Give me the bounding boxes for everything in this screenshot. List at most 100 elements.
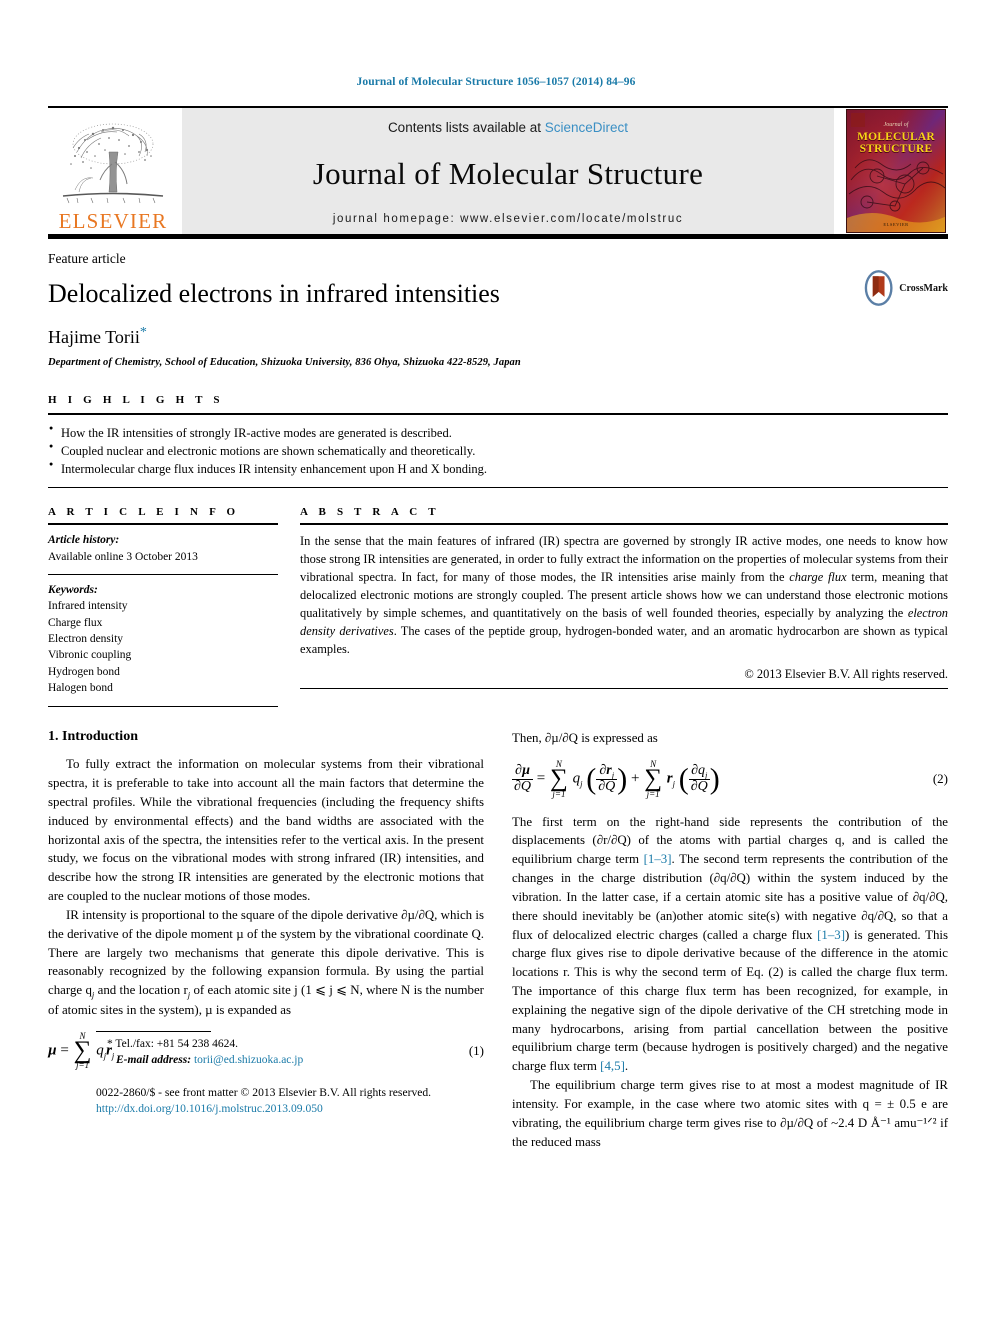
cover-title: MOLECULAR STRUCTURE	[851, 131, 941, 155]
eq2-plus: +	[630, 770, 640, 787]
eq2-summation-1: N ∑ j=1	[550, 759, 568, 799]
author-affiliation: Department of Chemistry, School of Educa…	[48, 356, 521, 368]
footnote-tel-text: Tel./fax: +81 54 238 4624.	[115, 1037, 239, 1050]
crossmark-badge[interactable]: CrossMark	[862, 267, 948, 309]
list-item: Intermolecular charge flux induces IR in…	[48, 459, 948, 478]
citation-link[interactable]: [4,5]	[600, 1059, 625, 1073]
journal-masthead: ELSEVIER Contents lists available at Sci…	[48, 106, 948, 234]
paragraph: The first term on the right-hand side re…	[512, 813, 948, 1077]
highlights-heading: H I G H L I G H T S	[48, 393, 224, 406]
crossmark-icon	[864, 270, 893, 306]
journal-cover-image: Journal of MOLECULAR STRUCTURE ELSEVIER	[846, 109, 946, 233]
footnote-mark: *	[107, 1037, 113, 1050]
keyword-item: Charge flux	[48, 616, 103, 629]
sigma-icon: ∑	[550, 765, 568, 793]
article-info-column: A R T I C L E I N F O Article history: A…	[48, 506, 300, 708]
elsevier-wordmark: ELSEVIER	[58, 209, 168, 233]
email-link[interactable]: torii@ed.shizuoka.ac.jp	[194, 1054, 303, 1066]
keyword-item: Infrared intensity	[48, 600, 128, 613]
email-label: E-mail address:	[116, 1054, 192, 1067]
keywords-block: Keywords: Infrared intensity Charge flux…	[48, 575, 278, 696]
abstract-column: A B S T R A C T In the sense that the ma…	[300, 506, 948, 707]
footnote-email: E-mail address: torii@ed.shizuoka.ac.jp	[96, 1052, 532, 1069]
cover-title-line2: STRUCTURE	[859, 142, 933, 155]
body-column-left: 1. Introduction To fully extract the inf…	[48, 729, 484, 1151]
keyword-item: Hydrogen bond	[48, 665, 120, 678]
contents-prefix: Contents lists available at	[387, 120, 545, 135]
cover-subtitle: Journal of	[883, 122, 909, 128]
footnote-area: * Tel./fax: +81 54 238 4624. E-mail addr…	[96, 1030, 532, 1118]
keywords-label: Keywords:	[48, 583, 98, 596]
keyword-item: Vibronic coupling	[48, 649, 132, 662]
right-para-part-3: ) is generated. This charge flux gives r…	[512, 927, 949, 1074]
section-1-title: 1. Introduction	[48, 729, 138, 745]
issn-line: 0022-2860/$ - see front matter © 2013 El…	[96, 1086, 432, 1100]
cover-artwork	[847, 110, 945, 232]
sciencedirect-link[interactable]: ScienceDirect	[545, 120, 628, 135]
running-head: Journal of Molecular Structure 1056–1057…	[356, 76, 636, 88]
elsevier-tree-icon	[62, 123, 164, 204]
footnote-rule	[96, 1030, 211, 1032]
article-history-value: Available online 3 October 2013	[48, 550, 198, 563]
paragraph: IR intensity is proportional to the squa…	[48, 907, 484, 1018]
paragraph: Then, ∂µ/∂Q is expressed as	[512, 731, 658, 746]
article-info-bottom-rule	[48, 706, 278, 708]
right-para-part-4: .	[624, 1059, 629, 1074]
highlights-section: H I G H L I G H T S How the IR intensiti…	[48, 393, 948, 489]
contents-available-line: Contents lists available at ScienceDirec…	[388, 120, 628, 135]
paragraph: The equilibrium charge term gives rise t…	[512, 1078, 948, 1149]
equation-2: ∂µ ∂Q = N ∑ j=1 qj (∂rj ∂Q) + N ∑ j=1 rj (∂qj ∂…	[512, 760, 948, 799]
article-history-label: Article history:	[48, 534, 120, 547]
eq2-summation-2: N ∑ j=1	[644, 759, 663, 799]
eq2-lhs-fraction: ∂µ ∂Q	[512, 763, 534, 794]
abstract-emphasis-1: charge flux	[789, 570, 847, 585]
paper-page: Journal of Molecular Structure 1056–1057…	[0, 0, 992, 1323]
article-info-heading: A R T I C L E I N F O	[48, 506, 240, 519]
highlights-list: How the IR intensities of strongly IR-ac…	[48, 415, 948, 487]
eq1-equals: =	[60, 1042, 69, 1059]
eq2-equals: =	[536, 770, 546, 787]
paren-close-icon: )	[617, 762, 628, 796]
article-history-block: Article history: Available online 3 Octo…	[48, 525, 278, 565]
page-title: Delocalized electrons in infrared intens…	[48, 279, 500, 308]
article-header: Feature article Delocalized electrons in…	[48, 239, 948, 368]
doi-link[interactable]: http://dx.doi.org/10.1016/j.molstruc.201…	[96, 1101, 532, 1117]
eq1-summation: N ∑ j=1	[73, 1031, 92, 1071]
journal-cover-wrap: Journal of MOLECULAR STRUCTURE ELSEVIER	[844, 108, 948, 234]
list-item: Coupled nuclear and electronic motions a…	[48, 441, 948, 460]
equation-2-number: (2)	[932, 771, 948, 787]
eq1-sum-lower: j=1	[76, 1060, 90, 1071]
paren-open-icon: (	[586, 762, 597, 796]
list-item: How the IR intensities of strongly IR-ac…	[48, 423, 948, 442]
footnote-tel: * Tel./fax: +81 54 238 4624.	[96, 1036, 532, 1053]
crossmark-label: CrossMark	[899, 282, 948, 294]
abstract-part-3: . The cases of the peptide group, hydrog…	[300, 624, 948, 657]
author-line: Hajime Torii*	[48, 325, 948, 348]
sigma-icon: ∑	[73, 1036, 92, 1064]
abstract-bottom-rule	[300, 688, 948, 690]
paragraph: To fully extract the information on mole…	[48, 757, 484, 904]
body-columns: 1. Introduction To fully extract the inf…	[48, 729, 948, 1151]
highlights-bottom-rule	[48, 487, 948, 489]
author-name: Hajime Torii	[48, 326, 140, 347]
keyword-item: Halogen bond	[48, 681, 113, 694]
abstract-text: In the sense that the main features of i…	[300, 525, 948, 659]
article-type-label: Feature article	[48, 251, 126, 266]
paragraph-part-b: and the location r	[94, 983, 188, 998]
info-abstract-row: A R T I C L E I N F O Article history: A…	[48, 506, 948, 708]
citation-link[interactable]: [1–3]	[644, 852, 672, 866]
elsevier-logo: ELSEVIER	[48, 108, 178, 234]
abstract-heading: A B S T R A C T	[300, 506, 440, 519]
cover-title-line1: MOLECULAR	[857, 131, 935, 143]
equation-2-expression: ∂µ ∂Q = N ∑ j=1 qj (∂rj ∂Q) + N ∑ j=1 rj (∂qj ∂…	[512, 759, 720, 799]
keyword-item: Electron density	[48, 632, 124, 645]
masthead-center-panel: Contents lists available at ScienceDirec…	[182, 108, 834, 234]
journal-title: Journal of Molecular Structure	[312, 156, 704, 191]
author-footnote-mark[interactable]: *	[140, 325, 147, 340]
eq1-lhs: µ	[48, 1042, 57, 1059]
paren-open-icon: (	[678, 762, 689, 796]
citation-link[interactable]: [1–3]	[817, 928, 845, 942]
sigma-icon: ∑	[644, 765, 663, 793]
paren-close-icon: )	[709, 762, 720, 796]
journal-homepage-link[interactable]: journal homepage: www.elsevier.com/locat…	[333, 213, 683, 225]
